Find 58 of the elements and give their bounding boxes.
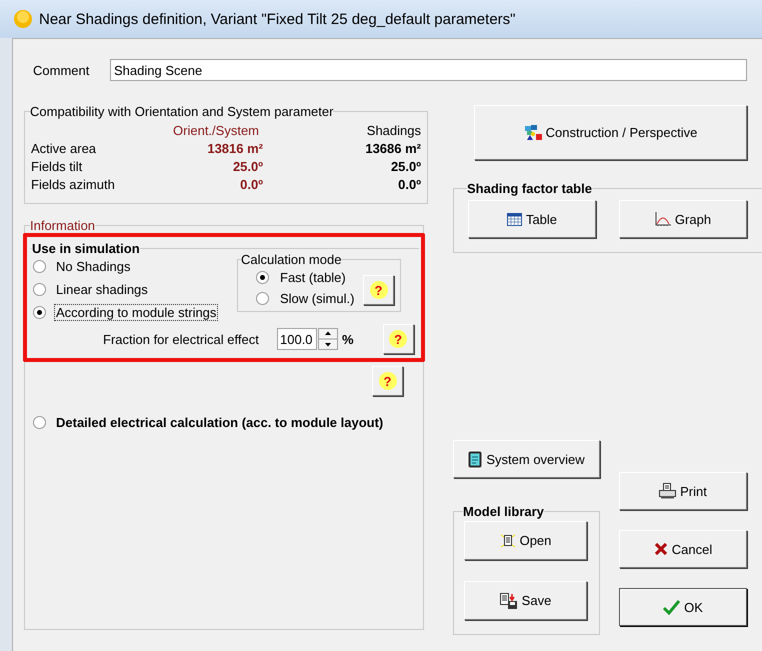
app-icon	[13, 9, 33, 29]
spin-buttons[interactable]	[318, 328, 338, 350]
window-title: Near Shadings definition, Variant "Fixed Tilt 25 deg_default parameters"	[39, 10, 516, 28]
value-text: 0.0º	[239, 177, 263, 192]
table-button[interactable]: Table	[468, 200, 596, 238]
group-title: Information	[30, 218, 96, 233]
construction-button[interactable]: Construction / Perspective	[474, 105, 747, 160]
fraction-label: Fraction for electrical effect	[103, 332, 260, 346]
option-label[interactable]: According to module strings	[54, 304, 218, 321]
value-text: 25.0º	[390, 159, 421, 174]
ok-button[interactable]: OK	[619, 588, 747, 626]
comment-label: Comment	[33, 62, 90, 78]
option-label[interactable]: Detailed electrical calculation (acc. to module layout)	[54, 414, 386, 431]
column-header: Orient./System	[172, 123, 260, 138]
document-icon	[468, 450, 482, 468]
radio-button[interactable]	[33, 260, 46, 273]
option-label[interactable]: Linear shadings	[54, 281, 150, 298]
option-label[interactable]: Slow (simul.)	[278, 290, 356, 307]
value-text: 13816 m²	[206, 141, 263, 156]
close-icon	[654, 542, 668, 556]
blocks-icon	[524, 124, 542, 140]
save-icon	[500, 592, 518, 608]
save-button[interactable]: Save	[464, 581, 587, 620]
graph-button[interactable]: Graph	[619, 200, 747, 238]
group-title: Use in simulation	[32, 241, 140, 256]
radio-button[interactable]	[33, 306, 46, 319]
row-label: Fields tilt	[31, 159, 84, 174]
radio-button[interactable]	[33, 283, 46, 296]
option-label[interactable]: No Shadings	[54, 258, 132, 275]
check-icon	[663, 600, 680, 614]
fraction-field[interactable]: 100.0	[277, 328, 317, 350]
document-icon	[500, 532, 516, 548]
print-button[interactable]: Print	[619, 472, 747, 510]
group-title: Shading factor table	[467, 181, 592, 196]
system-overview-button[interactable]: System overview	[453, 440, 600, 478]
help-button[interactable]: ?	[382, 324, 414, 354]
radio-button[interactable]	[256, 271, 269, 284]
row-label: Fields azimuth	[31, 177, 116, 192]
table-icon	[506, 212, 522, 226]
value-text: 0.0º	[397, 177, 421, 192]
printer-icon	[659, 483, 676, 499]
comment-field[interactable]: Shading Scene	[110, 59, 747, 81]
column-header: Shadings	[366, 123, 421, 138]
value-text: 25.0º	[232, 159, 263, 174]
open-button[interactable]: Open	[464, 521, 587, 560]
help-button[interactable]: ?	[372, 366, 403, 396]
unit-text: %	[342, 332, 354, 346]
value-text: 13686 m²	[364, 141, 421, 156]
radio-button[interactable]	[33, 416, 46, 429]
row-label: Active area	[31, 141, 98, 156]
option-label[interactable]: Fast (table)	[278, 269, 348, 286]
group-title: Calculation mode	[241, 252, 342, 267]
radio-button[interactable]	[256, 292, 269, 305]
group-title: Compatibility with Orientation and System parameter	[30, 104, 334, 119]
help-button[interactable]: ?	[363, 275, 394, 305]
group-title: Model library	[463, 504, 544, 519]
graph-icon	[654, 212, 671, 226]
cancel-button[interactable]: Cancel	[619, 530, 747, 568]
